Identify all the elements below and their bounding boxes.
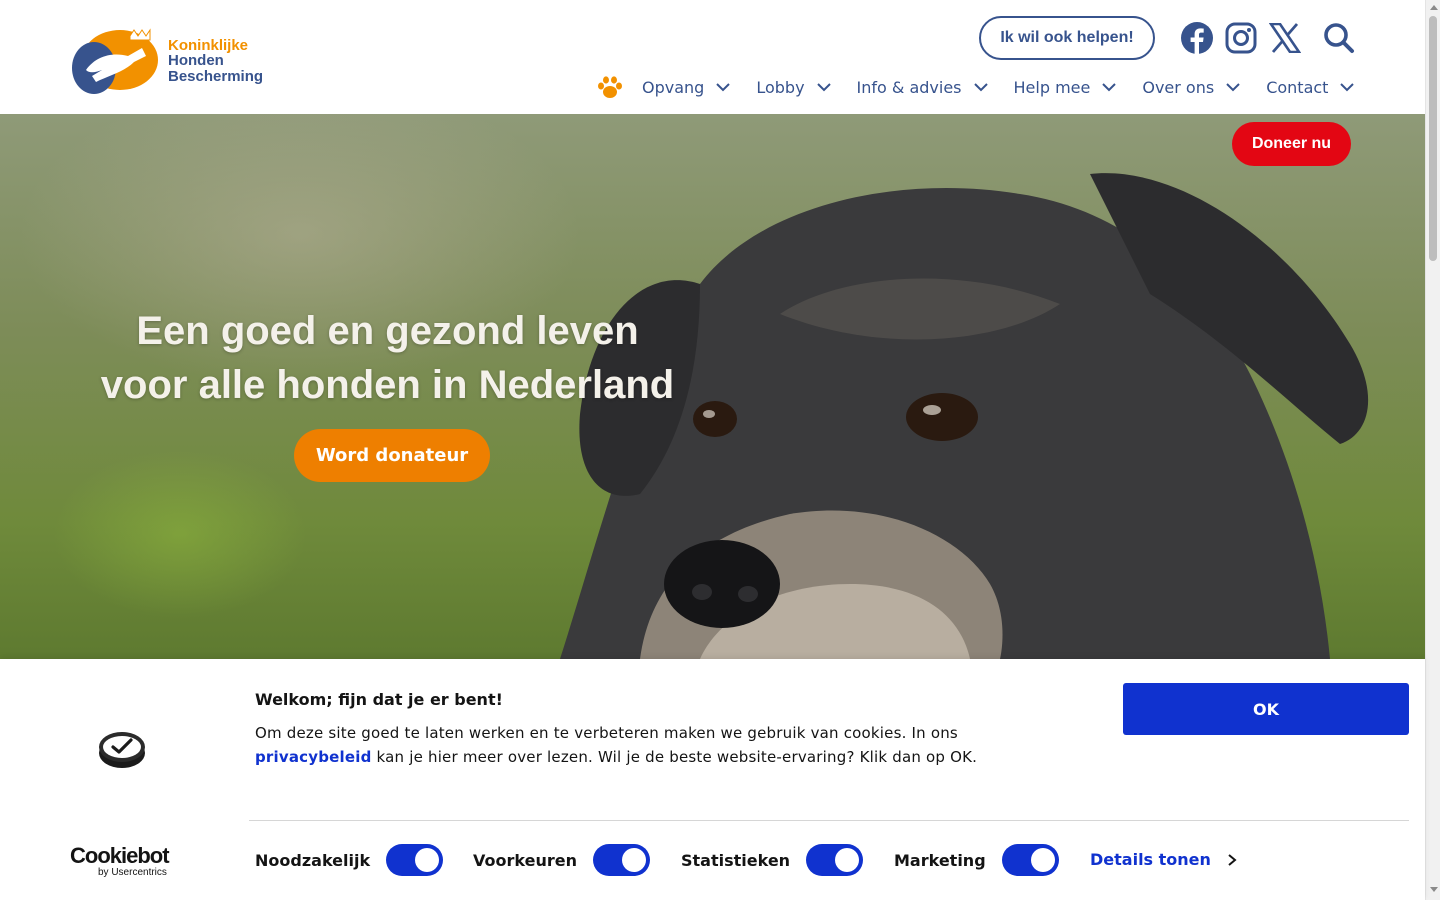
marketing-toggle[interactable] <box>1001 844 1059 876</box>
cookiebot-logo-main: Cookiebot <box>70 843 170 868</box>
chevron-down-icon <box>973 83 988 92</box>
cookie-text-1: Om deze site goed te laten werken en te … <box>255 724 958 742</box>
hero-title: Een goed en gezond leven voor alle honde… <box>100 304 675 412</box>
facebook-icon[interactable] <box>1179 20 1215 56</box>
chevron-down-icon <box>716 83 731 92</box>
toggle-statistics: Statistieken <box>681 843 864 877</box>
main-nav: Opvang Lobby Info & advies Help mee Over… <box>596 72 1355 102</box>
nav-label: Help mee <box>1013 77 1091 97</box>
privacy-policy-link[interactable]: privacybeleid <box>255 748 372 766</box>
logo-dog-icon <box>72 28 158 94</box>
chevron-down-icon <box>816 83 831 92</box>
hero-title-line-2: voor alle honden in Nederland <box>100 363 675 407</box>
scroll-down-icon[interactable] <box>1430 887 1438 892</box>
logo-line-2: Honden <box>168 52 224 70</box>
nav-label: Over ons <box>1142 77 1215 97</box>
nav-item-contact[interactable]: Contact <box>1266 77 1355 97</box>
nav-item-help-mee[interactable]: Help mee <box>1014 78 1117 97</box>
cookiebot-logo[interactable]: Cookiebot by Usercentrics <box>70 845 174 879</box>
paw-icon[interactable] <box>596 75 624 99</box>
cookie-consent-icon <box>99 732 145 768</box>
toggle-necessary: Noodzakelijk <box>255 843 444 877</box>
toggle-knob <box>835 848 860 872</box>
chevron-down-icon <box>1340 83 1355 92</box>
nav-label: Lobby <box>756 77 805 97</box>
chevron-down-icon <box>1226 83 1240 92</box>
logo-line-1: Koninklijke <box>168 36 249 54</box>
preferences-toggle[interactable] <box>592 844 650 876</box>
cookie-ok-button[interactable]: OK <box>1123 683 1409 735</box>
toggle-knob <box>415 848 440 872</box>
scroll-up-icon[interactable] <box>1430 5 1438 10</box>
page-scrollbar[interactable] <box>1425 0 1440 900</box>
cookiebot-logo-sub: by Usercentrics <box>98 867 167 878</box>
become-donor-button[interactable]: Word donateur <box>294 429 490 482</box>
toggle-label: Marketing <box>894 850 986 870</box>
details-label: Details tonen <box>1090 850 1211 869</box>
site-header: Koninklijke Honden Bescherming Ik wil oo… <box>0 0 1425 114</box>
necessary-toggle[interactable] <box>386 844 444 876</box>
cookie-divider <box>249 820 1409 821</box>
instagram-icon[interactable] <box>1223 20 1259 56</box>
cookie-text-2: kan je hier meer over lezen. Wil je de b… <box>371 748 978 766</box>
nav-item-info-advies[interactable]: Info & advies <box>857 78 988 97</box>
toggle-label: Voorkeuren <box>473 850 577 870</box>
cookie-banner: Cookiebot by Usercentrics Welkom; fijn d… <box>0 659 1425 900</box>
details-toggle-link[interactable]: Details tonen <box>1090 850 1237 869</box>
help-button[interactable]: Ik wil ook helpen! <box>979 16 1155 60</box>
toggle-label: Noodzakelijk <box>255 850 371 870</box>
toggle-knob <box>1030 848 1055 872</box>
scroll-thumb[interactable] <box>1429 16 1437 261</box>
nav-label: Contact <box>1266 77 1329 97</box>
donate-button[interactable]: Doneer nu <box>1232 122 1351 166</box>
toggle-label: Statistieken <box>681 850 791 870</box>
cookie-title: Welkom; fijn dat je er bent! <box>255 690 503 709</box>
nav-label: Opvang <box>642 77 705 97</box>
nav-label: Info & advies <box>856 77 962 97</box>
toggle-preferences: Voorkeuren <box>473 843 650 877</box>
hero-title-line-1: Een goed en gezond leven <box>136 309 639 353</box>
site-logo[interactable]: Koninklijke Honden Bescherming <box>72 26 263 96</box>
cookie-description: Om deze site goed te laten werken en te … <box>255 721 1055 769</box>
logo-text: Koninklijke Honden Bescherming <box>168 38 263 85</box>
hero-banner: Een goed en gezond leven voor alle honde… <box>0 114 1425 659</box>
nav-item-lobby[interactable]: Lobby <box>756 77 831 97</box>
logo-line-3: Bescherming <box>168 67 264 85</box>
nav-item-over-ons[interactable]: Over ons <box>1142 78 1240 97</box>
chevron-right-icon <box>1228 853 1237 866</box>
search-icon[interactable] <box>1321 20 1357 56</box>
nav-item-opvang[interactable]: Opvang <box>642 77 731 97</box>
chevron-down-icon <box>1102 83 1117 92</box>
statistics-toggle[interactable] <box>806 844 864 876</box>
toggle-marketing: Marketing <box>894 843 1059 877</box>
x-icon[interactable] <box>1267 20 1303 56</box>
toggle-knob <box>621 848 646 872</box>
